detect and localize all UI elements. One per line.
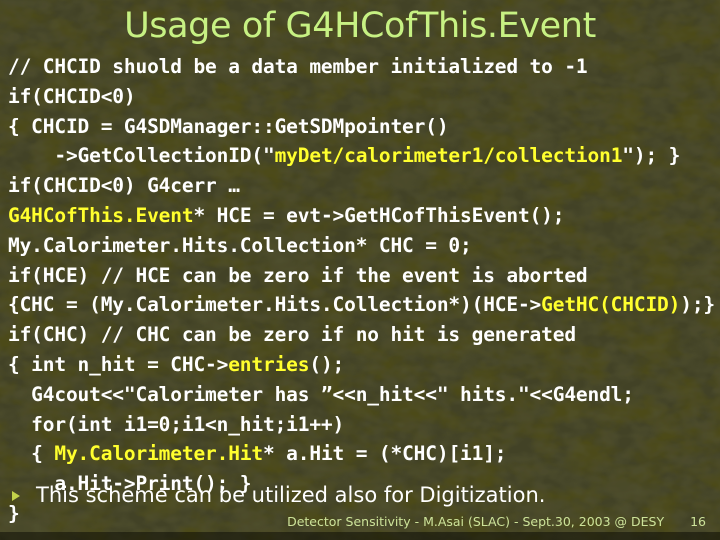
code-line: // CHCID shuold be a data member initial… <box>8 52 720 82</box>
bullet-item-label: This scheme can be utilized also for Dig… <box>36 483 546 507</box>
code-token: // CHCID shuold be a data member initial… <box>8 55 588 78</box>
code-line: for(int i1=0;i1<n_hit;i1++) <box>8 410 720 440</box>
presentation-slide: Usage of G4HCofThis.Event // CHCID shuol… <box>0 0 720 540</box>
code-token-highlighted: G4HCofThis.Event <box>8 203 194 227</box>
code-token: ->GetCollectionID(" <box>8 144 275 168</box>
code-token: * HCE = evt->GetHCofThisEvent(); <box>193 203 565 227</box>
code-token: My.Calorimeter.Hits.Collection* CHC = 0; <box>8 233 472 257</box>
code-listing: // CHCID shuold be a data member initial… <box>8 52 720 529</box>
footer-attribution: Detector Sensitivity - M.Asai (SLAC) - S… <box>287 514 665 529</box>
code-token-highlighted: entries <box>228 352 310 376</box>
code-token: * a.Hit = (*CHC)[i1]; <box>263 442 507 466</box>
code-token-highlighted: myDet/calorimeter1/collection1 <box>274 144 623 168</box>
code-token: { CHCID = G4SDManager::GetSDMpointer() <box>8 114 449 138</box>
code-token: { int n_hit = CHC-> <box>8 352 229 376</box>
code-line: { int n_hit = CHC->entries(); <box>8 350 720 380</box>
code-line: if(CHCID<0) <box>8 82 720 112</box>
code-line: ->GetCollectionID("myDet/calorimeter1/co… <box>8 141 720 171</box>
code-token-highlighted: My.Calorimeter.Hit <box>54 442 263 466</box>
code-line: G4HCofThis.Event* HCE = evt->GetHCofThis… <box>8 201 720 231</box>
code-token: { <box>8 442 55 466</box>
code-line: G4cout<<"Calorimeter has ”<<n_hit<<" hit… <box>8 380 720 410</box>
code-token: (); <box>309 352 345 376</box>
bullet-item: This scheme can be utilized also for Dig… <box>12 483 545 507</box>
code-line: { My.Calorimeter.Hit* a.Hit = (*CHC)[i1]… <box>8 439 720 469</box>
code-token: {CHC = (My.Calorimeter.Hits.Collection*)… <box>8 293 542 317</box>
code-line: if(CHC) // CHC can be zero if no hit is … <box>8 320 720 350</box>
slide-footer: Detector Sensitivity - M.Asai (SLAC) - S… <box>0 514 720 529</box>
code-token: if(CHCID<0) G4cerr … <box>8 174 240 198</box>
code-token: if(CHC) // CHC can be zero if no hit is … <box>8 323 576 347</box>
code-line: {CHC = (My.Calorimeter.Hits.Collection*)… <box>8 290 720 320</box>
code-line: if(CHCID<0) G4cerr … <box>8 171 720 201</box>
code-token: G4cout<<"Calorimeter has ”<<n_hit<<" hit… <box>8 382 634 406</box>
triangle-bullet-icon <box>12 491 20 501</box>
code-token: if(CHCID<0) <box>8 84 136 108</box>
code-line: My.Calorimeter.Hits.Collection* CHC = 0; <box>8 231 720 261</box>
footer-strip <box>0 532 720 540</box>
code-token-highlighted: GetHC(CHCID) <box>541 293 681 317</box>
code-line: if(HCE) // HCE can be zero if the event … <box>8 261 720 291</box>
code-token: );} <box>680 293 716 317</box>
slide-number: 16 <box>690 514 706 529</box>
code-token: if(HCE) // HCE can be zero if the event … <box>8 263 588 287</box>
code-token: "); } <box>622 144 681 168</box>
code-token: for(int i1=0;i1<n_hit;i1++) <box>8 412 345 436</box>
code-line: { CHCID = G4SDManager::GetSDMpointer() <box>8 112 720 142</box>
page-title: Usage of G4HCofThis.Event <box>124 6 596 46</box>
